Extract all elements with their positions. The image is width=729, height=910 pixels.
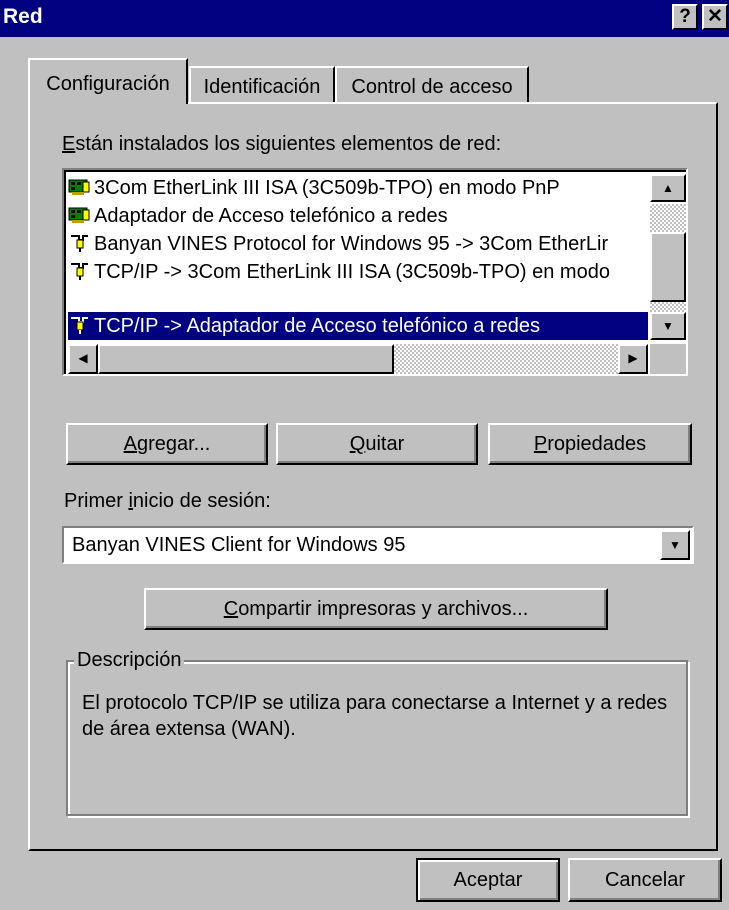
list-item[interactable]: Banyan VINES Protocol for Windows 95 -> … [68,230,648,258]
tab-label: Configuración [46,73,170,95]
network-card-icon [68,207,90,223]
scroll-down-button[interactable]: ▼ [650,312,686,340]
list-item[interactable]: 3Com EtherLink III ISA (3C509b-TPO) en m… [68,174,648,202]
network-card-icon [68,179,90,195]
components-heading: Están instalados los siguientes elemento… [62,133,502,155]
list-item-selected[interactable]: TCP/IP -> Adaptador de Acceso telefónico… [68,312,648,340]
protocol-icon [71,316,88,334]
add-button[interactable]: Agregar... [66,423,268,465]
list-item[interactable]: Adaptador de Acceso telefónico a redes [68,202,648,230]
window-title: Red [3,5,43,28]
description-title: Descripción [74,649,185,672]
tab-configuracion[interactable]: Configuración [28,58,188,104]
properties-button[interactable]: Propiedades [488,423,692,465]
scroll-left-button[interactable]: ◀ [68,344,98,374]
close-button[interactable]: ✕ [702,4,728,30]
horizontal-scroll-thumb[interactable] [98,344,394,374]
description-text: El protocolo TCP/IP se utiliza para cone… [82,692,668,740]
primary-logon-value: Banyan VINES Client for Windows 95 [72,534,406,556]
tab-label: Identificación [203,76,321,98]
cancel-button[interactable]: Cancelar [568,858,722,902]
scroll-right-button[interactable]: ▶ [618,344,648,374]
title-bar[interactable]: Red ? ✕ [0,0,729,37]
chevron-down-icon[interactable]: ▼ [660,530,690,560]
protocol-icon [71,234,88,252]
tab-label: Control de acceso [351,76,513,98]
network-dialog: Red ? ✕ Identificación Control de acceso… [0,0,729,910]
ok-button[interactable]: Aceptar [416,858,560,902]
primary-logon-label: Primer inicio de sesión: [64,490,271,512]
primary-logon-select[interactable]: Banyan VINES Client for Windows 95 ▼ [62,526,694,564]
tab-identificacion[interactable]: Identificación [189,66,335,104]
tab-control-acceso[interactable]: Control de acceso [335,66,529,104]
components-listbox[interactable]: 3Com EtherLink III ISA (3C509b-TPO) en m… [62,168,688,376]
protocol-icon [71,262,88,280]
remove-button[interactable]: Quitar [276,423,478,465]
share-files-printers-button[interactable]: Compartir impresoras y archivos... [144,588,608,630]
scroll-corner [650,344,686,374]
scroll-up-button[interactable]: ▲ [650,174,686,202]
help-button[interactable]: ? [672,4,698,30]
list-item[interactable]: TCP/IP -> 3Com EtherLink III ISA (3C509b… [68,258,648,286]
vertical-scroll-thumb[interactable] [650,232,686,302]
